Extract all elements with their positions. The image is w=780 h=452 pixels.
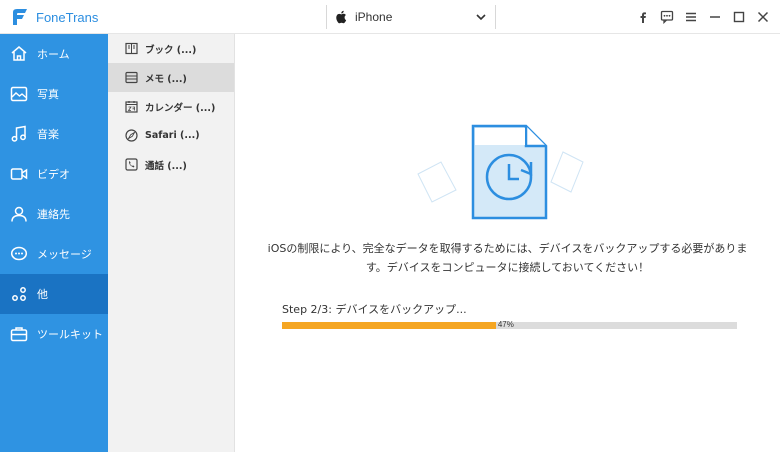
minimize-icon: [710, 16, 720, 18]
sidebar-item-label: ホーム: [37, 48, 70, 61]
contacts-icon: [9, 204, 29, 224]
maximize-button[interactable]: [730, 8, 748, 26]
sidebar-item-photos[interactable]: 写真: [0, 74, 108, 114]
sidebar-item-label: メッセージ: [37, 248, 92, 261]
sidebar-item-toolkit[interactable]: ツールキット: [0, 314, 108, 354]
feedback-button[interactable]: [658, 8, 676, 26]
category-item-label: ブック (...): [145, 44, 197, 56]
music-icon: [9, 124, 29, 144]
chevron-down-icon: [476, 14, 486, 21]
sidebar-item-label: 写真: [37, 88, 59, 101]
category-panel: ブック (...) メモ (...) カレンダー (...) Safari (.…: [108, 34, 235, 452]
message-icon: [9, 244, 29, 264]
backup-notice-line: iOSの制限により、完全なデータを取得するためには、デバイスをバックアップする必…: [267, 242, 748, 255]
sidebar-item-label: 連絡先: [37, 208, 70, 221]
close-icon: [757, 11, 769, 23]
home-icon: [9, 44, 29, 64]
category-item-label: カレンダー (...): [145, 102, 216, 114]
category-item-label: メモ (...): [145, 73, 187, 85]
sidebar-item-video[interactable]: ビデオ: [0, 154, 108, 194]
video-icon: [9, 164, 29, 184]
feedback-icon: [660, 10, 674, 24]
maximize-icon: [733, 11, 745, 23]
backup-document-icon: [417, 124, 584, 220]
category-item-safari[interactable]: Safari (...): [108, 121, 234, 150]
sidebar-item-label: ツールキット: [37, 328, 103, 341]
device-selector[interactable]: iPhone: [326, 5, 496, 29]
title-bar: FoneTrans iPhone: [0, 0, 780, 34]
book-icon: [124, 42, 138, 56]
photo-icon: [9, 84, 29, 104]
device-name: iPhone: [355, 10, 393, 24]
window-controls: [634, 8, 772, 26]
other-icon: [9, 284, 29, 304]
category-item-label: 通話 (...): [145, 160, 187, 172]
minimize-button[interactable]: [706, 8, 724, 26]
backup-notice: iOSの制限により、完全なデータを取得するためには、デバイスをバックアップする必…: [265, 239, 750, 277]
sidebar-item-other[interactable]: 他: [0, 274, 108, 314]
apple-icon: [336, 10, 347, 24]
backup-notice-line: す。デバイスをコンピュータに接続しておいてください！: [365, 261, 650, 274]
phone-icon: [124, 158, 138, 172]
close-button[interactable]: [754, 8, 772, 26]
sidebar-item-label: 他: [37, 288, 48, 301]
safari-icon: [124, 129, 138, 143]
category-item-label: Safari (...): [145, 130, 200, 141]
sidebar-item-label: 音楽: [37, 128, 59, 141]
menu-icon: [686, 12, 696, 22]
category-item-notes[interactable]: メモ (...): [108, 63, 234, 92]
sidebar-item-music[interactable]: 音楽: [0, 114, 108, 154]
calendar-icon: [124, 100, 138, 114]
sidebar-item-messages[interactable]: メッセージ: [0, 234, 108, 274]
app-name: FoneTrans: [36, 9, 99, 25]
main-content: iOSの制限により、完全なデータを取得するためには、デバイスをバックアップする必…: [235, 34, 780, 452]
toolkit-icon: [9, 324, 29, 344]
progress-percent: 47%: [497, 320, 514, 329]
facebook-icon: [640, 12, 646, 23]
note-icon: [124, 71, 138, 85]
sidebar-item-home[interactable]: ホーム: [0, 34, 108, 74]
brand: FoneTrans: [10, 7, 98, 27]
facebook-button[interactable]: [634, 8, 652, 26]
progress-fill: [282, 322, 496, 329]
sidebar: ホーム 写真 音楽 ビデオ 連絡先 メッセージ 他 ツールキット: [0, 34, 108, 452]
fonetrans-logo-icon: [13, 9, 27, 25]
backup-progress-bar: 47%: [282, 320, 737, 329]
category-item-calls[interactable]: 通話 (...): [108, 150, 234, 179]
category-item-calendar[interactable]: カレンダー (...): [108, 92, 234, 121]
sidebar-item-label: ビデオ: [37, 168, 70, 181]
step-status: Step 2/3: デバイスをバックアップ...: [282, 303, 467, 316]
category-item-books[interactable]: ブック (...): [108, 34, 234, 63]
menu-button[interactable]: [682, 8, 700, 26]
sidebar-item-contacts[interactable]: 連絡先: [0, 194, 108, 234]
